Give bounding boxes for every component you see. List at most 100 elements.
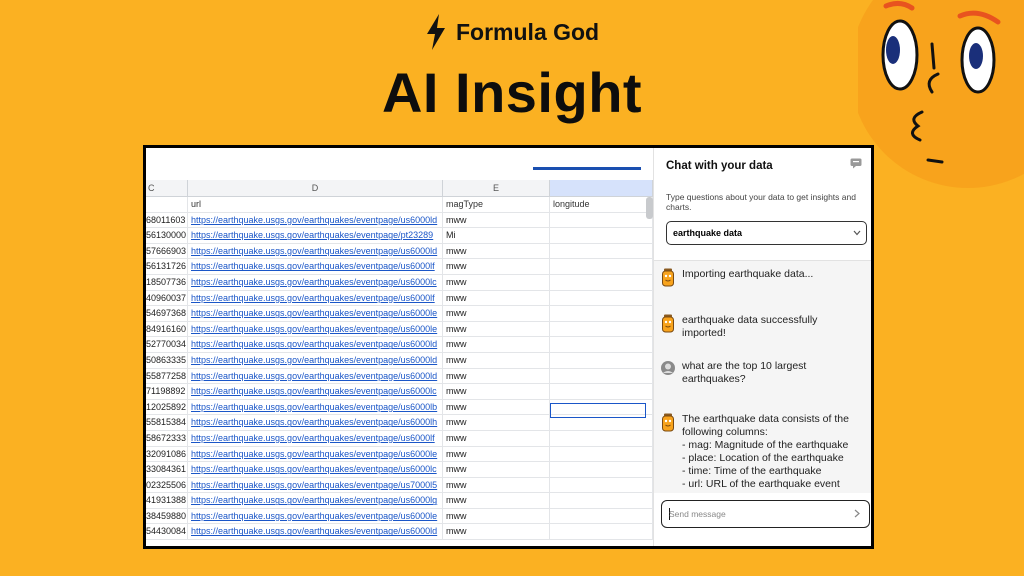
cell-url-link[interactable]: https://earthquake.usgs.gov/earthquakes/… (188, 352, 443, 368)
cell-magtype[interactable]: mww (443, 243, 550, 259)
cell-id[interactable]: 52770034 (146, 337, 188, 352)
cell-url-link[interactable]: https://earthquake.usgs.gov/earthquakes/… (188, 290, 443, 306)
cell-longitude[interactable] (550, 524, 653, 540)
cell-magtype[interactable]: mww (443, 321, 550, 337)
cell-magtype[interactable]: mww (443, 415, 550, 430)
cell-magtype[interactable]: mww (443, 524, 550, 540)
cell-url-link[interactable]: https://earthquake.usgs.gov/earthquakes/… (188, 415, 443, 430)
cell-id[interactable]: 33084361 (146, 462, 188, 477)
cell-longitude[interactable] (550, 430, 653, 446)
cell-url-link[interactable]: https://earthquake.usgs.gov/earthquakes/… (188, 508, 443, 524)
cell-url-link[interactable]: https://earthquake.usgs.gov/earthquakes/… (188, 274, 443, 290)
cell-url-header[interactable]: url (188, 197, 443, 212)
cell-magtype[interactable]: mww (443, 306, 550, 321)
column-header-f[interactable] (550, 180, 653, 197)
cell-id[interactable]: 32091086 (146, 446, 188, 462)
cell-id[interactable]: 55815384 (146, 415, 188, 430)
cell-id[interactable]: 56131726 (146, 259, 188, 274)
cell-longitude[interactable] (550, 477, 653, 493)
cell-magtype[interactable]: mww (443, 462, 550, 477)
scrollbar-thumb[interactable] (646, 197, 653, 219)
cell-id[interactable]: 58672333 (146, 430, 188, 446)
cell-longitude[interactable] (550, 384, 653, 399)
cell-url-link[interactable]: https://earthquake.usgs.gov/earthquakes/… (188, 446, 443, 462)
cell-magtype[interactable]: mww (443, 337, 550, 352)
cell-url-link[interactable]: https://earthquake.usgs.gov/earthquakes/… (188, 337, 443, 352)
cell-magtype[interactable]: mww (443, 259, 550, 274)
cell-magtype[interactable]: mww (443, 399, 550, 415)
cell-id[interactable]: 40960037 (146, 290, 188, 306)
cell-longitude-header[interactable]: longitude (550, 197, 653, 212)
dataset-select[interactable]: earthquake data (666, 221, 867, 245)
cell-id[interactable]: 54697368 (146, 306, 188, 321)
cell-id[interactable]: 41931388 (146, 493, 188, 508)
message-input-box[interactable] (661, 500, 870, 528)
cell-magtype[interactable]: mww (443, 430, 550, 446)
cell-url-link[interactable]: https://earthquake.usgs.gov/earthquakes/… (188, 493, 443, 508)
cell-id[interactable]: 50863335 (146, 352, 188, 368)
cell-url-link[interactable]: https://earthquake.usgs.gov/earthquakes/… (188, 321, 443, 337)
cell-longitude[interactable] (550, 321, 653, 337)
cell-magtype[interactable]: mww (443, 274, 550, 290)
cell-url-link[interactable]: https://earthquake.usgs.gov/earthquakes/… (188, 462, 443, 477)
cell-url-link[interactable]: https://earthquake.usgs.gov/earthquakes/… (188, 243, 443, 259)
cell-magtype[interactable]: mww (443, 352, 550, 368)
cell-url-link[interactable]: https://earthquake.usgs.gov/earthquakes/… (188, 399, 443, 415)
cell-longitude[interactable] (550, 243, 653, 259)
cell-id[interactable]: 57666903 (146, 243, 188, 259)
cell-magtype[interactable]: Mi (443, 228, 550, 243)
cell-longitude[interactable] (550, 274, 653, 290)
cell-magtype[interactable]: mww (443, 493, 550, 508)
column-header-d[interactable]: D (188, 180, 443, 197)
cell-magtype[interactable]: mww (443, 446, 550, 462)
cell-longitude[interactable] (550, 212, 653, 228)
cell-magtype-header[interactable]: magType (443, 197, 550, 212)
cell-longitude[interactable] (550, 228, 653, 243)
selected-cell[interactable] (550, 403, 646, 418)
cell-url-link[interactable]: https://earthquake.usgs.gov/earthquakes/… (188, 384, 443, 399)
cell-id[interactable]: 54430084 (146, 524, 188, 540)
cell-id[interactable]: 55877258 (146, 368, 188, 384)
cell-id[interactable]: 84916160 (146, 321, 188, 337)
cell-id[interactable]: 68011603 (146, 212, 188, 228)
column-header-e[interactable]: E (443, 180, 550, 197)
cell-magtype[interactable]: mww (443, 368, 550, 384)
cell-longitude[interactable] (550, 352, 653, 368)
cell-url-link[interactable]: https://earthquake.usgs.gov/earthquakes/… (188, 524, 443, 540)
send-icon[interactable] (854, 509, 860, 518)
cell-id[interactable]: 38459880 (146, 508, 188, 524)
cell-url-link[interactable]: https://earthquake.usgs.gov/earthquakes/… (188, 228, 443, 243)
cell-longitude[interactable] (550, 337, 653, 352)
message-input[interactable] (669, 507, 844, 521)
cell-id[interactable]: 71198892 (146, 384, 188, 399)
cell-magtype[interactable]: mww (443, 384, 550, 399)
chat-bubble-icon[interactable] (850, 158, 862, 169)
cell-url-link[interactable]: https://earthquake.usgs.gov/earthquakes/… (188, 430, 443, 446)
cell-url-link[interactable]: https://earthquake.usgs.gov/earthquakes/… (188, 368, 443, 384)
cell-longitude[interactable] (550, 446, 653, 462)
cell-magtype[interactable]: mww (443, 212, 550, 228)
sheet-rows: url magType longitude 68011603 https://ea… (146, 197, 653, 541)
cell-longitude[interactable] (550, 306, 653, 321)
cell-longitude[interactable] (550, 508, 653, 524)
cell-url-link[interactable]: https://earthquake.usgs.gov/earthquakes/… (188, 306, 443, 321)
cell-magtype[interactable]: mww (443, 508, 550, 524)
cell[interactable] (146, 197, 188, 212)
cell-longitude[interactable] (550, 368, 653, 384)
cell-magtype[interactable]: mww (443, 477, 550, 493)
cell-longitude[interactable] (550, 493, 653, 508)
cell-url-link[interactable]: https://earthquake.usgs.gov/earthquakes/… (188, 259, 443, 274)
cell-longitude[interactable] (550, 462, 653, 477)
cell-url-link[interactable]: https://earthquake.usgs.gov/earthquakes/… (188, 477, 443, 493)
cell-longitude[interactable] (550, 290, 653, 306)
cell-id[interactable]: 18507736 (146, 274, 188, 290)
cell-url-link[interactable]: https://earthquake.usgs.gov/earthquakes/… (188, 212, 443, 228)
cell-longitude[interactable] (550, 259, 653, 274)
cell-id[interactable]: 56130000 (146, 228, 188, 243)
message-line: earthquakes? (682, 373, 746, 385)
cell-id[interactable]: 12025892 (146, 399, 188, 415)
column-header-c[interactable]: C (146, 180, 188, 197)
cell-id[interactable]: 02325506 (146, 477, 188, 493)
cell-magtype[interactable]: mww (443, 290, 550, 306)
message-line: - place: Location of the earthquake (682, 452, 844, 464)
